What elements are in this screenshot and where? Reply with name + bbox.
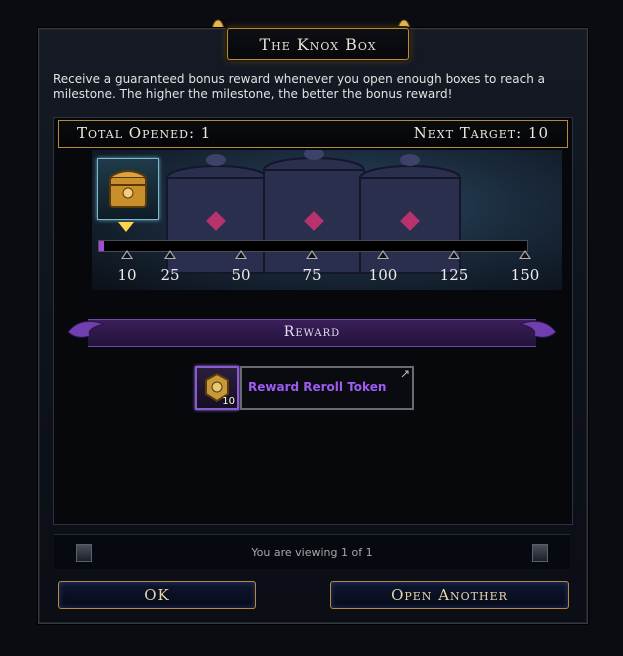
- milestone-label: 25: [160, 266, 180, 284]
- pager: You are viewing 1 of 1: [54, 534, 570, 569]
- progress-fill: [99, 241, 105, 251]
- milestone-tick: [519, 250, 531, 259]
- current-progress-marker: [118, 222, 134, 232]
- milestone-label: 50: [231, 266, 251, 284]
- reward-item-name-box[interactable]: Reward Reroll Token: [240, 366, 414, 410]
- reward-item-icon[interactable]: 10: [195, 366, 239, 410]
- milestone-label: 125: [439, 266, 469, 284]
- milestone-label: 75: [302, 266, 322, 284]
- right-wing-ornament: [518, 320, 557, 338]
- next-target-label: Next Target: 10: [413, 124, 549, 142]
- milestone-tick: [121, 250, 133, 259]
- link-icon: [401, 370, 409, 378]
- milestone-label: 100: [368, 266, 398, 284]
- open-another-button[interactable]: Open Another: [330, 581, 569, 609]
- milestone-tick: [377, 250, 389, 259]
- intro-text: Receive a guaranteed bonus reward whenev…: [53, 72, 545, 101]
- stats-bar: Total Opened: 1 Next Target: 10: [58, 120, 568, 148]
- left-wing-ornament: [67, 320, 106, 338]
- milestone-tick: [235, 250, 247, 259]
- milestone-tick: [306, 250, 318, 259]
- ok-button[interactable]: OK: [58, 581, 256, 609]
- total-opened-label: Total Opened: 1: [77, 124, 212, 142]
- reward-header-bar: Reward: [88, 319, 536, 347]
- milestone-label: 150: [510, 266, 540, 284]
- knox-box-chest-icon[interactable]: [97, 158, 159, 220]
- reward-header: Reward: [283, 324, 341, 340]
- title-plate: The Knox Box: [227, 28, 409, 60]
- milestone-tick: [448, 250, 460, 259]
- reward-item-name: Reward Reroll Token: [248, 380, 387, 394]
- pager-text: You are viewing 1 of 1: [251, 546, 373, 559]
- reward-item-quantity: 10: [222, 396, 235, 407]
- milestone-label: 10: [117, 266, 137, 284]
- milestone-tick: [164, 250, 176, 259]
- chest-icon: [109, 170, 147, 208]
- next-page-button[interactable]: [532, 544, 548, 562]
- window-title: The Knox Box: [259, 34, 377, 54]
